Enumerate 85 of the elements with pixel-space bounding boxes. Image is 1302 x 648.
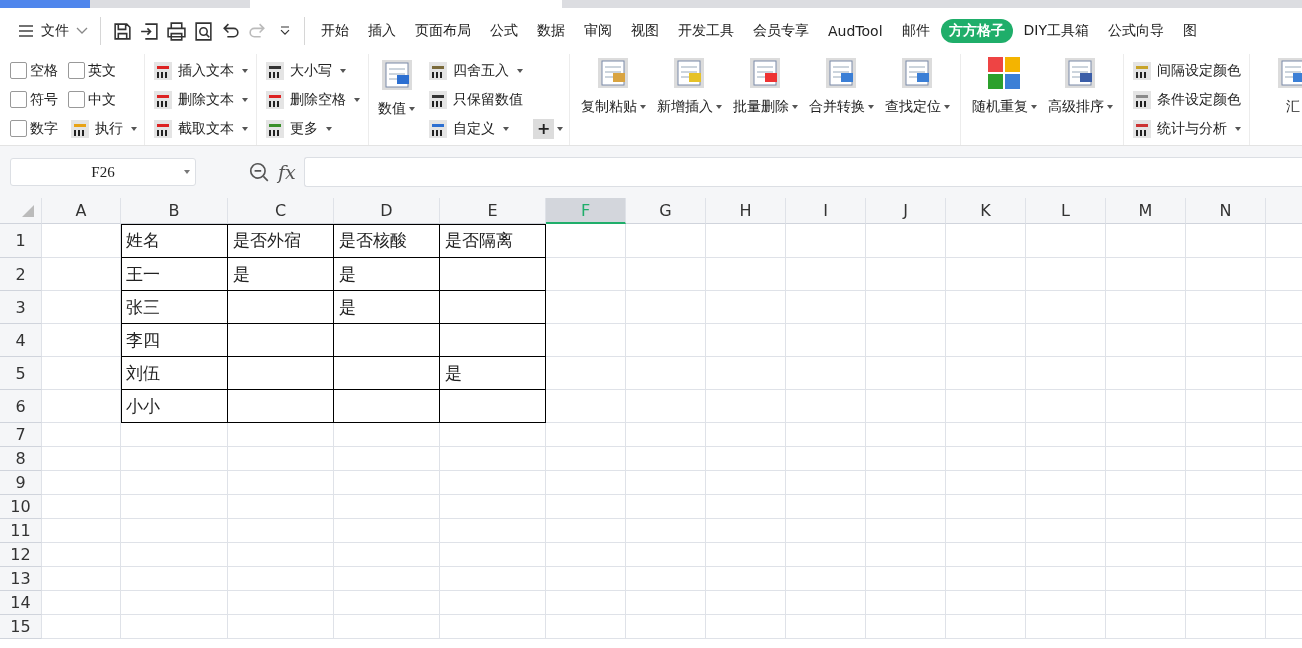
file-menu[interactable]: 文件 (14, 18, 92, 44)
row-header[interactable]: 3 (0, 291, 42, 324)
column-header[interactable]: K (946, 198, 1026, 224)
ribbon-tab[interactable]: 页面布局 (407, 19, 479, 43)
column-header[interactable]: A (42, 198, 121, 224)
row-header[interactable]: 2 (0, 258, 42, 291)
tool-button[interactable]: 自定义 (426, 114, 525, 143)
tool-button[interactable]: 删除空格 (263, 85, 362, 114)
table-cell: 李四 (121, 324, 228, 357)
tool-button[interactable]: 统计与分析 (1130, 114, 1244, 143)
ribbon-tab[interactable]: AudTool (820, 20, 891, 42)
tool-button[interactable]: 数值 (375, 56, 418, 118)
tool-button[interactable]: 复制粘贴 (576, 54, 651, 116)
tool-button[interactable]: 条件设定颜色 (1130, 85, 1244, 114)
tool-button[interactable]: 新增插入 (652, 54, 727, 116)
ribbon-tab[interactable]: 插入 (360, 19, 404, 43)
ribbon-tab[interactable]: 邮件 (893, 19, 938, 43)
row-header[interactable]: 10 (0, 495, 42, 519)
tool-button[interactable]: 更多 (263, 114, 334, 143)
row-header[interactable]: 13 (0, 567, 42, 591)
column-header[interactable]: D (334, 198, 440, 224)
ribbon-tab[interactable]: 会员专享 (745, 19, 817, 43)
column-header[interactable]: G (626, 198, 706, 224)
table-cell: 是 (228, 258, 334, 291)
tool-button[interactable]: 四舍五入 (426, 56, 525, 85)
ribbon-tab[interactable]: 开发工具 (670, 19, 742, 43)
option-checkbox[interactable]: 英文 (68, 61, 138, 80)
function-label[interactable]: fx (278, 161, 296, 183)
table-cell: 小小 (121, 390, 228, 423)
option-checkbox[interactable]: 空格 (10, 61, 68, 80)
row-header[interactable]: 14 (0, 591, 42, 615)
tool-button[interactable]: 间隔设定颜色 (1130, 56, 1244, 85)
row-header[interactable]: 8 (0, 447, 42, 471)
ribbon-tab[interactable]: 数据 (529, 19, 573, 43)
tool-button[interactable]: 高级排序 (1043, 54, 1118, 116)
table-cell: 刘伍 (121, 357, 228, 390)
ribbon-tab[interactable]: 视图 (623, 19, 667, 43)
tool-button[interactable]: 大小写 (263, 56, 348, 85)
ribbon-tab[interactable]: 公式 (482, 19, 526, 43)
tool-button[interactable]: 随机重复 (967, 54, 1042, 116)
column-header[interactable]: H (706, 198, 786, 224)
ribbon-tab[interactable]: 审阅 (576, 19, 620, 43)
tool-button[interactable]: 批量删除 (728, 54, 803, 116)
tool-button[interactable]: 合并转换 (804, 54, 879, 116)
row-header[interactable]: 1 (0, 224, 42, 258)
column-header[interactable]: I (786, 198, 866, 224)
table-cell: 是 (334, 291, 440, 324)
tool-button[interactable]: 查找定位 (880, 54, 955, 116)
row-header[interactable]: 9 (0, 471, 42, 495)
tool-button[interactable]: 截取文本 (151, 114, 250, 143)
table-cell: 是否核酸 (334, 224, 440, 258)
row-header[interactable]: 7 (0, 423, 42, 447)
table-cell: 王一 (121, 258, 228, 291)
row-header[interactable]: 12 (0, 543, 42, 567)
row-header[interactable]: 6 (0, 390, 42, 423)
tool-button[interactable]: 插入文本 (151, 56, 250, 85)
ribbon-tab[interactable]: 开始 (313, 19, 357, 43)
ribbon-tab[interactable]: 图 (1175, 19, 1205, 43)
column-header[interactable]: N (1186, 198, 1266, 224)
tool-button[interactable]: 删除文本 (151, 85, 250, 114)
ribbon-tab[interactable]: DIY工具箱 (1015, 19, 1097, 43)
column-header[interactable]: B (121, 198, 228, 224)
row-header[interactable]: 4 (0, 324, 42, 357)
option-checkbox[interactable]: 中文 (68, 90, 138, 109)
table-cell: 是否隔离 (440, 224, 546, 258)
table-cell: 是否外宿 (228, 224, 334, 258)
row-header[interactable]: 5 (0, 357, 42, 390)
tool-button[interactable]: 只保留数值 (426, 85, 525, 114)
column-header[interactable]: J (866, 198, 946, 224)
column-header[interactable]: C (228, 198, 334, 224)
column-header[interactable]: E (440, 198, 546, 224)
row-header[interactable]: 11 (0, 519, 42, 543)
table-cell: 张三 (121, 291, 228, 324)
name-box[interactable]: F26 (10, 158, 196, 186)
table-cell: 是 (334, 258, 440, 291)
row-header[interactable]: 15 (0, 615, 42, 639)
tool-button[interactable]: 执行 (68, 114, 138, 143)
column-header[interactable]: L (1026, 198, 1106, 224)
tool-button[interactable]: 汇 (1256, 54, 1302, 116)
ribbon-tab[interactable]: 公式向导 (1100, 19, 1172, 43)
table-cell: 姓名 (121, 224, 228, 258)
option-checkbox[interactable]: 数字 (10, 119, 68, 138)
column-header[interactable]: M (1106, 198, 1186, 224)
table-cell: 是 (440, 357, 546, 390)
option-checkbox[interactable]: 符号 (10, 90, 68, 109)
